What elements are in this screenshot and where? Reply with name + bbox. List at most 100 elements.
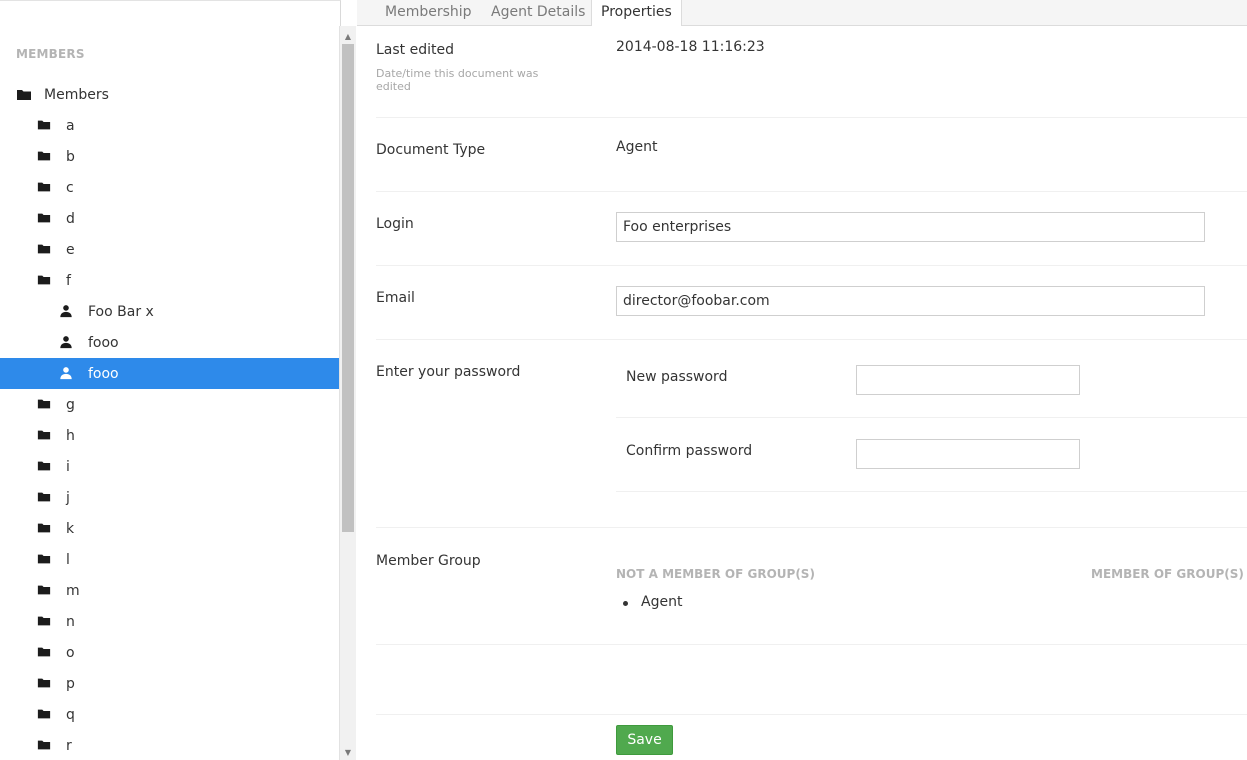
tree-folder-item[interactable]: e — [0, 234, 339, 265]
document-type-label: Document Type — [376, 142, 486, 158]
last-edited-value: 2014-08-18 11:16:23 — [616, 39, 765, 55]
tree-folder-item[interactable]: h — [0, 420, 339, 451]
folder-icon — [37, 211, 53, 227]
folder-icon — [37, 242, 53, 258]
folder-icon — [37, 180, 53, 196]
folder-icon — [37, 707, 53, 723]
tree-folder-item[interactable]: d — [0, 203, 339, 234]
tree-item-label: d — [66, 210, 75, 227]
tree-folder-item[interactable]: k — [0, 513, 339, 544]
member-group-label: Member Group — [376, 553, 481, 569]
tree-item-label: h — [66, 427, 75, 444]
scroll-thumb[interactable] — [342, 44, 354, 532]
tree-item-label: q — [66, 706, 75, 723]
email-input[interactable] — [616, 286, 1205, 316]
sidebar-scrollbar[interactable]: ▲ ▼ — [339, 26, 356, 760]
tree-item-label: o — [66, 644, 75, 661]
divider — [376, 191, 1247, 192]
document-type-value: Agent — [616, 139, 658, 155]
divider — [616, 417, 1247, 418]
folder-icon — [37, 676, 53, 692]
user-icon — [59, 335, 75, 351]
tab-bar: Membership Agent Details Properties — [357, 0, 1247, 27]
tree-section-title: MEMBERS — [16, 47, 85, 61]
scroll-down-icon[interactable]: ▼ — [340, 744, 356, 760]
folder-icon — [37, 738, 53, 754]
member-groups-heading: MEMBER OF GROUP(S) — [1091, 567, 1244, 581]
divider — [376, 265, 1247, 266]
confirm-password-input[interactable] — [856, 439, 1080, 469]
tree-item-label: g — [66, 396, 75, 413]
folder-icon — [37, 614, 53, 630]
folder-icon — [37, 273, 53, 289]
tree-item-label: j — [66, 489, 70, 506]
tree-item-label: fooo — [88, 365, 119, 382]
tree-folder-item[interactable]: n — [0, 606, 339, 637]
new-password-label: New password — [626, 369, 728, 385]
last-edited-description: Date/time this document was edited — [376, 67, 539, 93]
divider — [376, 644, 1247, 645]
tree-folder-item[interactable]: q — [0, 699, 339, 730]
folder-icon — [37, 583, 53, 599]
tree-folder-item[interactable]: l — [0, 544, 339, 575]
properties-panel: Last edited Date/time this document was … — [357, 26, 1247, 760]
tree-folder-item[interactable]: i — [0, 451, 339, 482]
tree-folder-item[interactable]: m — [0, 575, 339, 606]
folder-icon — [37, 118, 53, 134]
tree-folder-item[interactable]: a — [0, 110, 339, 141]
tree-folder-item[interactable]: p — [0, 668, 339, 699]
tree-folder-item[interactable]: j — [0, 482, 339, 513]
tab-properties[interactable]: Properties — [591, 0, 682, 27]
members-tree-panel: MEMBERS Members a b c d e f Foo Bar x fooo fooo g… — [0, 0, 341, 760]
folder-icon — [37, 459, 53, 475]
user-icon — [59, 366, 75, 382]
user-icon — [59, 304, 75, 320]
tree-folder-item[interactable]: c — [0, 172, 339, 203]
tree-member-item[interactable]: Foo Bar x — [0, 296, 339, 327]
tree-item-label: f — [66, 272, 71, 289]
password-label: Enter your password — [376, 364, 521, 380]
folder-icon — [16, 87, 32, 103]
new-password-input[interactable] — [856, 365, 1080, 395]
list-bullet — [623, 601, 628, 606]
tree-folder-item[interactable]: b — [0, 141, 339, 172]
tree-item-label: Members — [44, 86, 109, 103]
scroll-up-icon[interactable]: ▲ — [340, 28, 356, 44]
divider — [376, 339, 1247, 340]
folder-icon — [37, 645, 53, 661]
tree-item-label: a — [66, 117, 75, 134]
save-button[interactable]: Save — [616, 725, 673, 755]
divider — [376, 527, 1247, 528]
login-input[interactable] — [616, 212, 1205, 242]
folder-icon — [37, 490, 53, 506]
tree-member-item[interactable]: fooo — [0, 358, 339, 389]
tree-member-item[interactable]: fooo — [0, 327, 339, 358]
tree-item-label: k — [66, 520, 75, 537]
tree-item-label: m — [66, 582, 80, 599]
tree-root-members[interactable]: Members — [0, 79, 339, 110]
tree-item-label: fooo — [88, 334, 119, 351]
tree-folder-item[interactable]: g — [0, 389, 339, 420]
folder-icon — [37, 552, 53, 568]
tree-item-label: e — [66, 241, 75, 258]
folder-icon — [37, 428, 53, 444]
tree-item-label: Foo Bar x — [88, 303, 154, 320]
tree-item-label: i — [66, 458, 70, 475]
last-edited-label: Last edited — [376, 42, 454, 58]
tree-item-label: c — [66, 179, 74, 196]
tree-item-label: b — [66, 148, 75, 165]
folder-icon — [37, 397, 53, 413]
tree-item-label: n — [66, 613, 75, 630]
tree-folder-item[interactable]: r — [0, 730, 339, 760]
folder-icon — [37, 521, 53, 537]
tab-membership[interactable]: Membership — [385, 0, 472, 26]
tree-item-label: r — [66, 737, 72, 754]
folder-icon — [37, 149, 53, 165]
available-group-item[interactable]: Agent — [641, 594, 682, 610]
tree-folder-item[interactable]: f — [0, 265, 339, 296]
tree-folder-item[interactable]: o — [0, 637, 339, 668]
tree-item-label: p — [66, 675, 75, 692]
tab-agent-details[interactable]: Agent Details — [491, 0, 585, 26]
divider — [376, 714, 1247, 715]
tree-item-label: l — [66, 551, 70, 568]
